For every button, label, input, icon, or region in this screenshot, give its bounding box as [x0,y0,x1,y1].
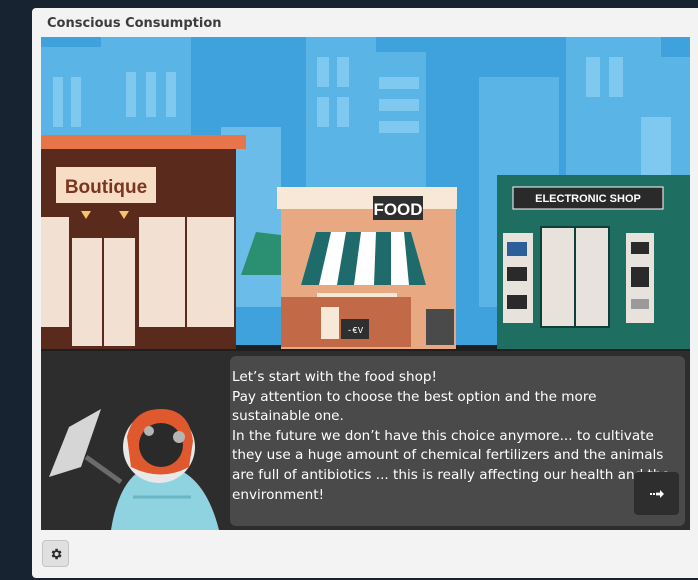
next-button[interactable] [634,472,679,515]
dialog-line: Let’s start with the food shop! [232,369,437,385]
food-sign: FOOD [373,200,422,219]
boutique-sign: Boutique [65,177,147,198]
price-tag: -€V [347,326,364,336]
dialog-line: Pay attention to choose the best option … [232,388,597,425]
electronic-shop-sign: ELECTRONIC SHOP [535,193,641,205]
settings-button[interactable] [42,540,69,567]
arrow-right-icon [649,489,664,498]
dialog-box: Let’s start with the food shop! Pay atte… [230,356,685,526]
boutique-shop: Boutique [41,135,246,349]
robot-mascot [49,409,219,530]
activity-panel: Conscious Consumption Boutique FOOD -€V … [32,8,698,578]
electronic-shop: ELECTRONIC SHOP [497,175,690,349]
activity-title: Conscious Consumption [47,16,222,31]
game-scene: Boutique FOOD -€V ELECTRONIC SHOP Let’s … [41,37,690,530]
dialog-line: In the future we don’t have this choice … [232,427,670,503]
gear-icon [51,548,62,559]
dialog-text: Let’s start with the food shop! Pay atte… [232,368,678,505]
